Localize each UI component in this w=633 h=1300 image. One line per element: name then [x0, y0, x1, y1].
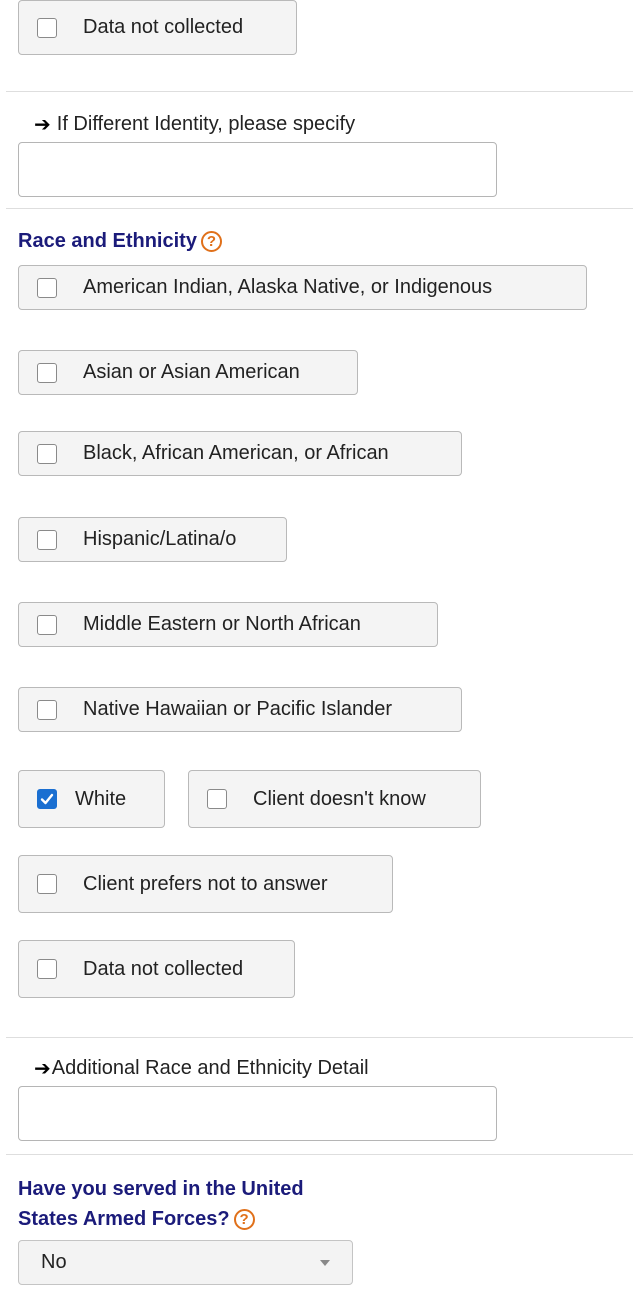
checkbox-icon — [37, 529, 57, 550]
race-option-asian[interactable]: Asian or Asian American — [18, 350, 358, 395]
checkbox-icon — [37, 614, 57, 635]
race-option-black[interactable]: Black, African American, or African — [18, 431, 462, 476]
checkbox-label: Middle Eastern or North African — [83, 613, 361, 635]
checkbox-label: Native Hawaiian or Pacific Islander — [83, 698, 393, 720]
different-identity-input[interactable] — [18, 142, 497, 197]
checkbox-label: Hispanic/Latina/o — [83, 528, 237, 550]
section-divider — [6, 1037, 633, 1038]
race-option-data-not-collected[interactable]: Data not collected — [18, 940, 295, 998]
race-option-client-doesnt-know[interactable]: Client doesn't know — [188, 770, 481, 828]
select-value: No — [41, 1251, 67, 1273]
checkbox-icon — [207, 789, 227, 809]
race-option-prefers-not-to-answer[interactable]: Client prefers not to answer — [18, 855, 393, 913]
question-circle-icon[interactable]: ? — [200, 231, 222, 253]
checkbox-icon — [37, 699, 57, 720]
checkbox-label: Client prefers not to answer — [83, 872, 328, 895]
section-divider — [6, 91, 633, 92]
gender-data-not-collected-checkbox[interactable]: Data not collected — [18, 0, 297, 55]
checkbox-label: Client doesn't know — [253, 787, 426, 810]
checkbox-label: Data not collected — [83, 16, 244, 38]
arrow-right-icon: ➔ — [34, 1058, 51, 1080]
additional-race-input[interactable] — [18, 1086, 497, 1141]
race-option-middle-eastern[interactable]: Middle Eastern or North African — [18, 602, 438, 647]
race-option-white[interactable]: White — [18, 770, 165, 828]
arrow-right-icon: ➔ — [34, 114, 51, 136]
race-option-american-indian[interactable]: American Indian, Alaska Native, or Indig… — [18, 265, 587, 310]
armed-forces-select[interactable]: No — [18, 1240, 353, 1285]
checkbox-icon — [37, 277, 57, 298]
checkbox-label: White — [75, 787, 127, 810]
section-divider — [6, 1154, 633, 1155]
checkbox-label: Black, African American, or African — [83, 442, 389, 464]
race-option-native-hawaiian[interactable]: Native Hawaiian or Pacific Islander — [18, 687, 462, 732]
chevron-down-icon — [320, 1260, 330, 1266]
additional-race-label: ➔ Additional Race and Ethnicity Detail — [34, 1057, 369, 1080]
race-ethnicity-heading: Race and Ethnicity? — [18, 226, 222, 256]
checkbox-checked-icon — [37, 789, 57, 809]
checkbox-icon — [37, 959, 57, 979]
checkbox-icon — [37, 443, 57, 464]
checkbox-icon — [37, 362, 57, 383]
section-divider — [6, 208, 633, 209]
checkbox-label: Asian or Asian American — [83, 361, 300, 383]
race-option-hispanic[interactable]: Hispanic/Latina/o — [18, 517, 287, 562]
question-circle-icon[interactable]: ? — [233, 1209, 255, 1231]
checkbox-icon — [37, 874, 57, 894]
different-identity-label: ➔ If Different Identity, please specify — [34, 113, 356, 136]
checkbox-label: American Indian, Alaska Native, or Indig… — [83, 276, 493, 298]
checkbox-label: Data not collected — [83, 957, 244, 980]
armed-forces-heading: Have you served in the United States Arm… — [18, 1178, 304, 1231]
checkbox-icon — [37, 17, 57, 38]
